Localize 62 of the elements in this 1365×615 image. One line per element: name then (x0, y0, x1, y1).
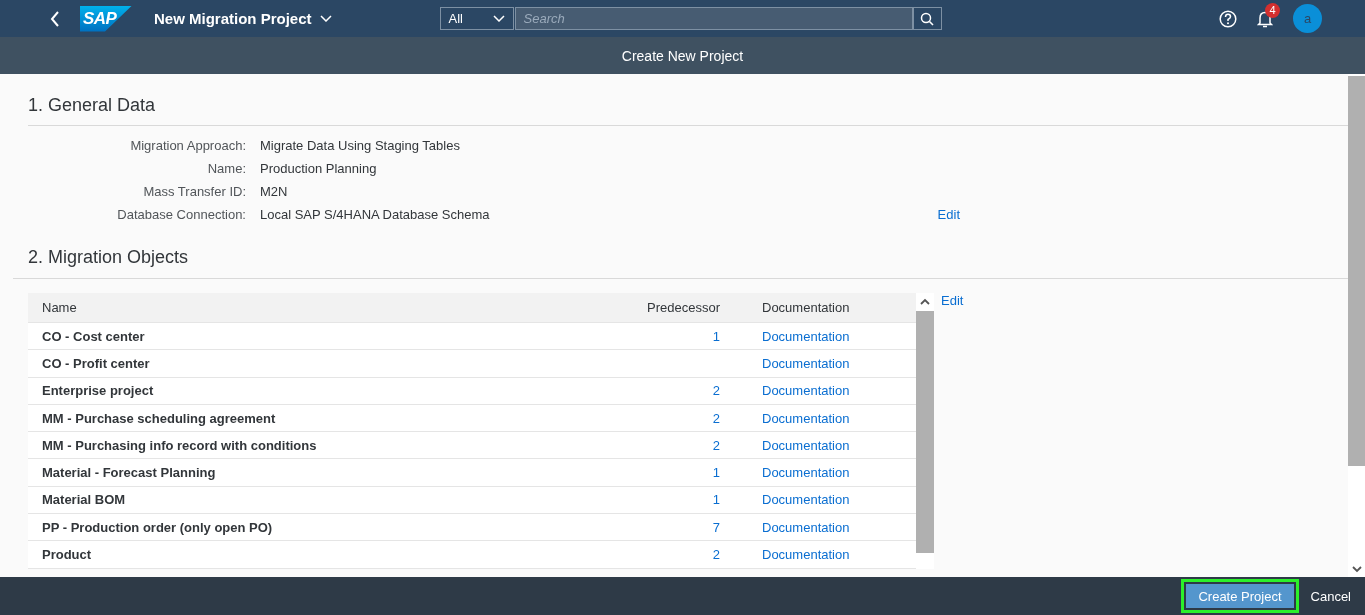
object-name: MM - Purchasing info record with conditions (28, 431, 550, 459)
object-name: MM - Purchase scheduling agreement (28, 404, 550, 432)
field-value: M2N (260, 183, 289, 201)
documentation-link[interactable]: Documentation (762, 519, 850, 535)
section-heading: 1. General Data (28, 94, 157, 116)
notification-count: 4 (1265, 2, 1280, 18)
object-name: Product (28, 540, 550, 569)
documentation-link[interactable]: Documentation (762, 355, 850, 371)
section-heading: 2. Migration Objects (28, 246, 190, 268)
field-value: Migrate Data Using Staging Tables (260, 137, 461, 155)
search-icon (920, 11, 935, 26)
table-scrollbar-thumb[interactable] (916, 311, 934, 553)
predecessor-link[interactable]: 2 (712, 437, 720, 453)
documentation-link[interactable]: Documentation (762, 547, 850, 562)
back-chevron-icon (50, 10, 60, 27)
documentation-link[interactable]: Documentation (762, 383, 850, 399)
object-name: Enterprise project (28, 377, 550, 405)
predecessor-link[interactable]: 1 (712, 492, 720, 508)
user-avatar[interactable]: a (1293, 4, 1322, 33)
column-header: Name (28, 293, 550, 323)
search-field[interactable]: Search (514, 7, 913, 30)
field-label: Database Connection: (116, 206, 246, 224)
chevron-down-icon (319, 15, 332, 22)
scroll-down-icon (1351, 565, 1362, 573)
field-value: Local SAP S/4HANA Database Schema (260, 206, 490, 224)
documentation-link[interactable]: Documentation (762, 437, 850, 453)
column-header: Documentation (748, 293, 916, 323)
predecessor-link[interactable]: 7 (712, 519, 720, 535)
edit-link[interactable]: Edit (941, 293, 964, 308)
scroll-up-icon (920, 298, 930, 306)
predecessor-link[interactable]: 2 (712, 410, 720, 426)
search-scope-select[interactable]: All (439, 7, 514, 30)
page-title: Create New Project (621, 47, 744, 64)
predecessor-link[interactable]: 1 (712, 465, 720, 481)
object-name: CO - Profit center (28, 349, 550, 378)
field-value: Production Planning (260, 160, 378, 178)
object-name: CO - Cost center (28, 322, 550, 350)
object-name: Material - Forecast Planning (28, 459, 550, 487)
field-label: Mass Transfer ID: (142, 183, 246, 201)
predecessor-link[interactable]: 2 (712, 547, 720, 562)
back-button[interactable] (50, 10, 60, 27)
documentation-link[interactable]: Documentation (762, 492, 850, 508)
chevron-down-icon (492, 15, 505, 22)
app-title-menu[interactable]: New Migration Project (154, 10, 332, 27)
create-project-button[interactable]: Create Project (1181, 579, 1299, 613)
help-icon (1219, 9, 1237, 28)
search-button[interactable] (912, 7, 942, 30)
notifications-button[interactable]: 4 (1257, 2, 1280, 28)
object-name: PP - Production order (only open PO) (28, 513, 550, 541)
edit-link[interactable]: Edit (937, 206, 960, 224)
predecessor-link[interactable]: 1 (712, 328, 720, 344)
field-label: Migration Approach: (129, 137, 246, 155)
documentation-link[interactable]: Documentation (762, 465, 850, 481)
predecessor-link[interactable]: 2 (712, 383, 720, 399)
documentation-link[interactable]: Documentation (762, 328, 850, 344)
column-header: Predecessor (549, 293, 748, 323)
help-button[interactable] (1219, 9, 1237, 28)
object-name: Material BOM (28, 486, 550, 514)
documentation-link[interactable]: Documentation (762, 410, 850, 426)
field-label: Name: (206, 160, 246, 178)
cancel-button[interactable]: Cancel (1304, 579, 1357, 613)
page-scrollbar-thumb[interactable] (1348, 76, 1365, 466)
